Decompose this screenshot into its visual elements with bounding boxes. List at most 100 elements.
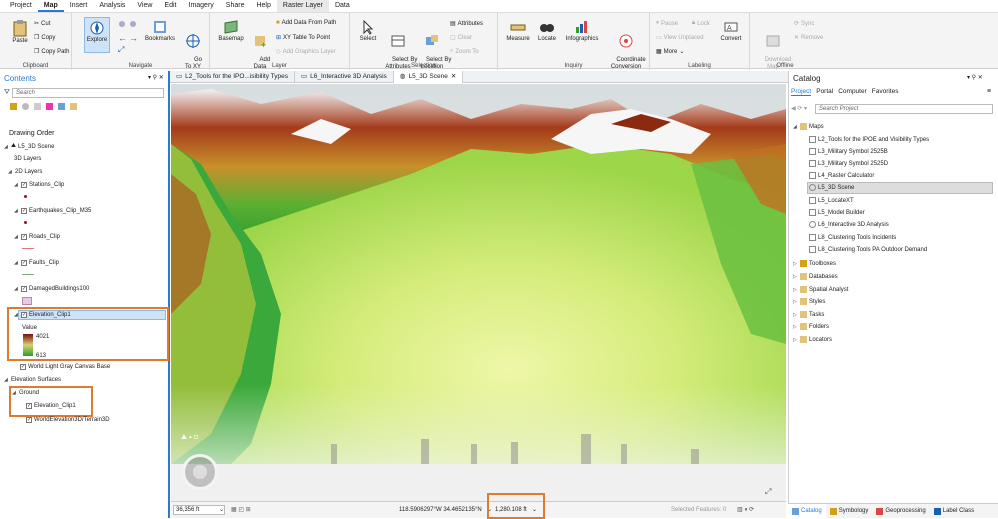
status-icons[interactable]: ▦ ◰ ⊞ xyxy=(231,506,251,513)
layer-checkbox[interactable]: ✓ xyxy=(20,364,26,370)
tab-l5-3d-scene[interactable]: ◍ L5_3D Scene ✕ xyxy=(393,71,464,83)
status-controls[interactable]: ▥ ⏸ ⟳ xyxy=(737,506,754,514)
copy-path-button[interactable]: ❐ Copy Path xyxy=(34,48,69,56)
menu-analysis[interactable]: Analysis xyxy=(93,0,131,12)
convert-button[interactable]: A Convert xyxy=(716,19,746,43)
layer-checkbox[interactable]: ✓ xyxy=(21,234,27,240)
bookmarks-button[interactable]: Bookmarks xyxy=(142,19,178,43)
scale-dropdown[interactable]: 36,356 ft ⌄ xyxy=(173,505,225,515)
menu-help[interactable]: Help xyxy=(250,0,276,12)
menu-edit[interactable]: Edit xyxy=(158,0,182,12)
sync-button[interactable]: ⟳ Sync xyxy=(794,20,814,28)
menu-icon[interactable]: ≡ xyxy=(987,88,991,95)
layer-checkbox[interactable]: ✓ xyxy=(21,286,27,292)
tab-project[interactable]: Project xyxy=(791,88,812,96)
menu-insert[interactable]: Insert xyxy=(64,0,94,12)
clear-button[interactable]: ▢ Clear xyxy=(450,34,472,42)
select-by-attributes-button[interactable]: Select By Attributes xyxy=(382,19,417,78)
navigator-toggles[interactable]: ⛰ ▴ ⊡ xyxy=(181,434,198,442)
list-by-labeling-icon[interactable] xyxy=(70,103,77,110)
catalog-search-input[interactable]: Search Project xyxy=(815,104,993,114)
3d-layers-row[interactable]: 3D Layers xyxy=(14,156,41,162)
add-data-from-path-button[interactable]: ■ Add Data From Path xyxy=(276,20,336,26)
nav-arrows-icon[interactable]: ← → ⤢ xyxy=(116,19,140,53)
menu-data[interactable]: Data xyxy=(329,0,356,12)
paste-button[interactable]: Paste xyxy=(6,19,34,45)
menu-imagery[interactable]: Imagery xyxy=(183,0,220,12)
close-icon[interactable]: ✕ xyxy=(451,71,456,83)
list-item[interactable]: L6_Interactive 3D Analysis xyxy=(809,221,889,228)
select-by-location-button[interactable]: Select By Location xyxy=(416,19,451,78)
download-map-button[interactable]: Download Map xyxy=(754,19,792,78)
xy-table-to-point-button[interactable]: ⊞ XY Table To Point xyxy=(276,34,330,42)
pause-button[interactable]: ⏸ Pause xyxy=(656,20,678,27)
navigator-icon[interactable] xyxy=(182,454,218,490)
list-by-editing-icon[interactable] xyxy=(46,103,53,110)
maps-folder-row[interactable]: ◢ Maps xyxy=(793,123,824,130)
tab-catalog[interactable]: Catalog xyxy=(788,503,826,519)
select-button[interactable]: Select xyxy=(356,19,380,43)
folder-row-spatial-analyst[interactable]: ▷ Spatial Analyst xyxy=(793,286,848,293)
locate-button[interactable]: Locate xyxy=(534,19,560,43)
infographics-button[interactable]: Infographics xyxy=(562,19,602,43)
layer-row[interactable]: ◢ ✓ Roads_Clip xyxy=(14,234,60,240)
layer-row[interactable]: ◢ ✓ Earthquakes_Clip_M35 xyxy=(14,208,91,214)
add-data-button[interactable]: + Add Data xyxy=(248,19,272,78)
go-to-xy-button[interactable]: Go To XY xyxy=(180,19,206,78)
tab-l2-tools[interactable]: ▭ L2_Tools for the IPO...isibility Types xyxy=(170,71,296,83)
list-by-snapping-icon[interactable] xyxy=(58,103,65,110)
list-item[interactable]: L3_Military Symbol 2525D xyxy=(809,160,888,167)
folder-row-styles[interactable]: ▷ Styles xyxy=(793,298,825,305)
list-item[interactable]: L3_Military Symbol 2525B xyxy=(809,148,888,155)
folder-row-toolboxes[interactable]: ▷ Toolboxes xyxy=(793,260,836,267)
attributes-button[interactable]: ▤ Attributes xyxy=(450,20,483,28)
menu-share[interactable]: Share xyxy=(220,0,251,12)
list-item[interactable]: L2_Tools for the IPOE and Visibility Typ… xyxy=(809,136,929,143)
fullscreen-icon[interactable]: ⤢ xyxy=(765,487,771,497)
zoom-to-button[interactable]: ⌕ Zoom To xyxy=(450,48,479,55)
tab-label-class[interactable]: Label Class xyxy=(930,504,978,519)
explore-button[interactable]: Explore xyxy=(84,17,110,53)
folder-row-databases[interactable]: ▷ Databases xyxy=(793,273,838,280)
terrain-render[interactable] xyxy=(171,84,786,501)
remove-button[interactable]: ✕ Remove xyxy=(794,34,823,42)
pin-icon[interactable]: ▾ ⚲ ✕ xyxy=(967,74,983,81)
folder-row-tasks[interactable]: ▷ Tasks xyxy=(793,311,824,318)
list-item[interactable]: L4_Raster Calculator xyxy=(809,172,874,179)
basemap-button[interactable]: Basemap xyxy=(216,19,246,43)
list-by-source-icon[interactable] xyxy=(22,103,29,110)
measure-button[interactable]: Measure xyxy=(504,19,532,43)
scene-row[interactable]: ◢ ⛰ L5_3D Scene xyxy=(4,143,54,150)
scene-view[interactable]: ⛰ ▴ ⊡ ⤢ xyxy=(171,84,786,501)
tab-portal[interactable]: Portal xyxy=(816,88,833,96)
tab-geoprocessing[interactable]: Geoprocessing xyxy=(872,504,929,519)
tab-l6-interactive[interactable]: ▭ L6_Interactive 3D Analysis xyxy=(295,71,394,83)
ground-item-row[interactable]: ✓ WorldElevation3D/Terrain3D xyxy=(26,417,110,423)
tab-computer[interactable]: Computer xyxy=(838,88,867,96)
elevation-surfaces-row[interactable]: ◢ Elevation Surfaces xyxy=(4,377,61,383)
layer-checkbox[interactable]: ✓ xyxy=(21,260,27,266)
copy-button[interactable]: ❐ Copy xyxy=(34,34,55,42)
layer-row[interactable]: ◢ ✓ DamagedBuildings100 xyxy=(14,286,89,292)
layer-row[interactable]: ◢ ✓ Faults_Clip xyxy=(14,260,59,266)
tab-favorites[interactable]: Favorites xyxy=(872,88,899,96)
list-by-selection-icon[interactable] xyxy=(34,103,41,110)
basemap-row[interactable]: ✓ World Light Gray Canvas Base xyxy=(20,364,110,370)
folder-row-locators[interactable]: ▷ Locators xyxy=(793,336,832,343)
list-by-drawing-order-icon[interactable] xyxy=(10,103,17,110)
more-button[interactable]: ▦ More ⌄ xyxy=(656,48,684,56)
folder-row-folders[interactable]: ▷ Folders xyxy=(793,323,829,330)
cut-button[interactable]: ✂ Cut xyxy=(34,20,50,28)
pin-icon[interactable]: ▾ ⚲ ✕ xyxy=(148,74,164,81)
layer-row[interactable]: ◢ ✓ Stations_Clip xyxy=(14,182,64,188)
menu-map[interactable]: Map xyxy=(37,0,64,12)
2d-layers-row[interactable]: ◢ 2D Layers xyxy=(8,169,42,175)
lock-button[interactable]: 🔒︎ Lock xyxy=(692,20,710,27)
contents-search-input[interactable]: Search xyxy=(12,88,164,98)
add-graphics-layer-button[interactable]: ◇ Add Graphics Layer xyxy=(276,48,336,56)
coordinate-conversion-button[interactable]: Coordinate Conversion xyxy=(604,19,648,78)
menu-project[interactable]: Project xyxy=(4,0,38,12)
layer-checkbox[interactable]: ✓ xyxy=(26,417,32,423)
nav-buttons[interactable]: ◀ ⟳ ▾ xyxy=(791,105,807,112)
view-unplaced-button[interactable]: ▭ View Unplaced xyxy=(656,34,704,42)
